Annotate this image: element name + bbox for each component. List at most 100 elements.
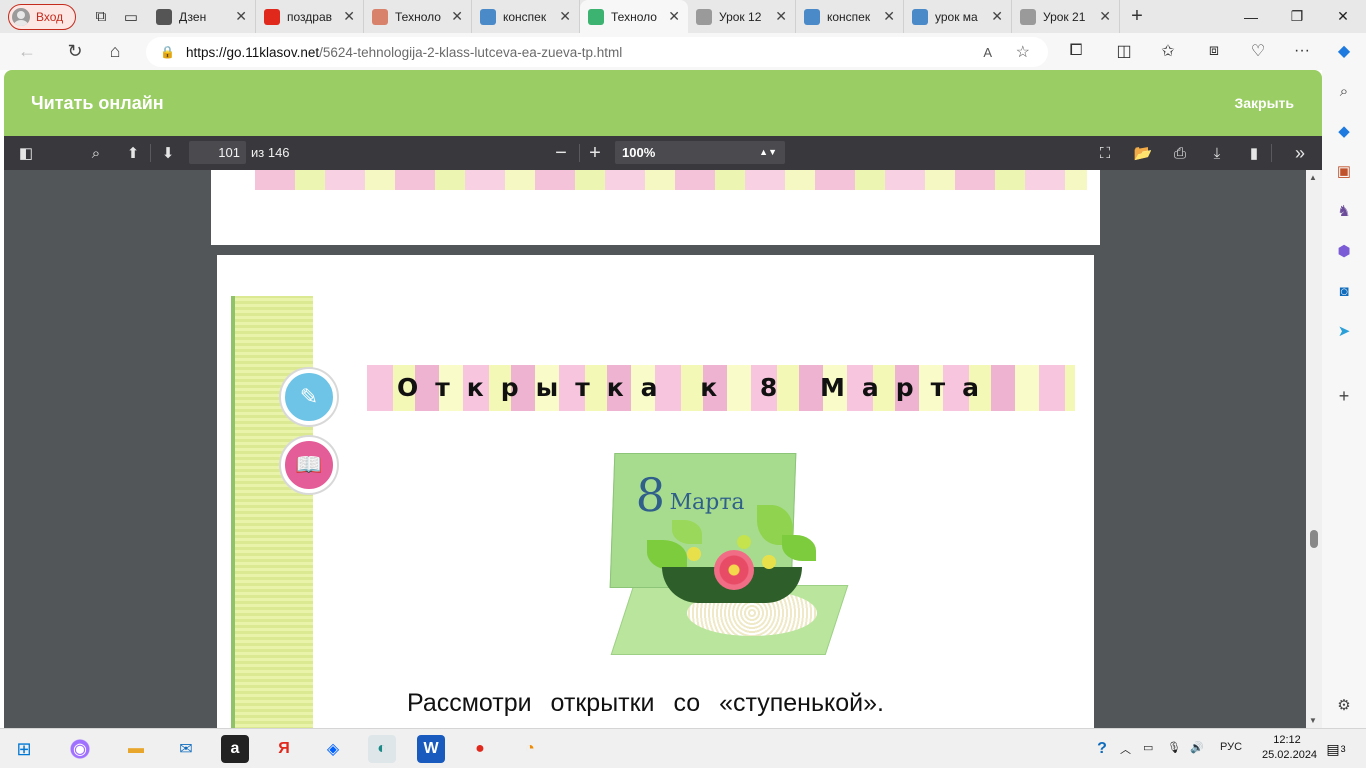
favorites-icon[interactable]: ✩ (1150, 36, 1186, 66)
battery-icon[interactable]: ▭ (1143, 741, 1153, 754)
bookmark-icon[interactable]: ▮ (1242, 142, 1266, 164)
new-tab-button[interactable]: + (1120, 5, 1154, 28)
chevron-up-icon[interactable]: ︿ (1120, 741, 1131, 757)
microphone-icon[interactable]: 🎙 (1167, 741, 1181, 754)
print-icon[interactable]: ⎙ (1168, 142, 1192, 164)
next-page-icon[interactable]: ⬇ (156, 142, 180, 164)
small-flower (737, 535, 751, 549)
close-tab-icon[interactable]: ✕ (451, 8, 463, 25)
tag-icon[interactable]: ◆ (1333, 120, 1355, 142)
add-icon[interactable]: + (1333, 385, 1355, 407)
refresh-button[interactable]: ↻ (56, 37, 94, 67)
tab[interactable]: Урок 12 ✕ (688, 0, 796, 33)
page-content: Читать онлайн Закрыть ◧ ⌕ ⬆ ⬇ 101 из 146… (0, 70, 1322, 728)
profile-button[interactable]: Вход (8, 3, 76, 30)
tab[interactable]: Урок 21 ✕ (1012, 0, 1120, 33)
tools-menu-icon[interactable]: » (1288, 142, 1312, 164)
tab[interactable]: поздрав ✕ (256, 0, 364, 33)
scroll-up-icon[interactable]: ▲ (1309, 173, 1317, 182)
address-field[interactable]: 🔒 https://go.11klasov.net/5624-tehnologi… (146, 37, 1048, 67)
sidebar-toggle-icon[interactable]: ◧ (14, 142, 38, 164)
performance-icon[interactable]: ♡ (1240, 36, 1276, 66)
scrollbar[interactable]: ▲ ▼ (1306, 170, 1322, 728)
notifications-icon[interactable]: ▤ 3 (1322, 735, 1350, 763)
profile-label: Вход (36, 9, 64, 24)
tools-briefcase-icon[interactable]: ▣ (1333, 160, 1355, 182)
pdf-viewer[interactable]: ✎ 📖 Открытка к 8 Марта 8 Марта Рассмотри… (4, 170, 1306, 728)
close-tab-icon[interactable]: ✕ (883, 8, 895, 25)
tab[interactable]: Техноло ✕ (364, 0, 472, 33)
zoom-out-icon[interactable]: − (549, 142, 573, 164)
yandex-icon[interactable]: Я (270, 735, 298, 763)
send-icon[interactable]: ➤ (1333, 320, 1355, 342)
scroll-down-icon[interactable]: ▼ (1309, 716, 1317, 725)
media-player-icon[interactable]: ◔ (516, 735, 544, 763)
tab-bar: Вход ⧉ ▭ Дзен ✕ поздрав ✕ Техноло ✕ конспек ✕ Те… (0, 0, 1366, 33)
settings-menu-icon[interactable]: ··· (1284, 36, 1320, 66)
clock[interactable]: 12:12 25.02.2024 (1262, 733, 1317, 763)
windows-start-icon[interactable]: ⊞ (10, 735, 38, 763)
close-tab-icon[interactable]: ✕ (991, 8, 1003, 25)
close-tab-icon[interactable]: ✕ (343, 8, 355, 25)
back-button[interactable]: ← (8, 37, 46, 67)
zoom-in-icon[interactable]: + (583, 142, 607, 164)
tab[interactable]: конспек ✕ (472, 0, 580, 33)
scrollbar-thumb[interactable] (1310, 530, 1318, 548)
read-aloud-icon[interactable]: A (983, 45, 992, 60)
search-icon[interactable]: ⌕ (1333, 80, 1355, 102)
office-icon[interactable]: ⬢ (1333, 240, 1355, 262)
edge-icon[interactable]: ◐ (368, 735, 396, 763)
yandex-browser-icon[interactable]: ● (466, 735, 494, 763)
help-icon[interactable]: ? (1088, 735, 1116, 763)
alice-icon[interactable]: ◉ (66, 735, 94, 763)
tab[interactable]: конспек ✕ (796, 0, 904, 33)
tab[interactable]: Дзен ✕ (148, 0, 256, 33)
gear-icon[interactable]: ⚙ (1333, 694, 1355, 716)
presentation-mode-icon[interactable]: ⛶ (1093, 142, 1117, 164)
open-file-icon[interactable]: 📂 (1131, 142, 1155, 164)
file-explorer-icon[interactable]: ▬ (122, 735, 150, 763)
outlook-icon[interactable]: ◙ (1333, 280, 1355, 302)
download-icon[interactable]: ⤓ (1205, 142, 1229, 164)
tab-actions-icon[interactable]: ▭ (116, 4, 146, 30)
page-number-input[interactable]: 101 (189, 141, 246, 164)
close-tab-icon[interactable]: ✕ (775, 8, 787, 25)
page-caption: Рассмотри открытки со «ступенькой». (407, 689, 884, 717)
mail-icon[interactable]: ✉ (172, 735, 200, 763)
dropbox-icon[interactable]: ◈ (319, 735, 347, 763)
find-icon[interactable]: ⌕ (84, 142, 108, 164)
close-reader-link[interactable]: Закрыть (1234, 95, 1294, 111)
copilot-icon[interactable]: ◆ (1326, 36, 1362, 66)
close-tab-icon[interactable]: ✕ (235, 8, 247, 25)
extensions-icon[interactable]: ⧠ (1058, 36, 1094, 66)
minimize-button[interactable]: — (1228, 0, 1274, 33)
tab[interactable]: Техноло ✕ (580, 0, 688, 33)
pdf-page: ✎ 📖 Открытка к 8 Марта 8 Марта Рассмотри… (217, 255, 1094, 728)
decorative-strip (255, 170, 1087, 190)
language-indicator[interactable]: РУС (1220, 741, 1242, 753)
amazon-icon[interactable]: a (221, 735, 249, 763)
zen-icon (156, 8, 172, 25)
restore-button[interactable]: ❐ (1274, 0, 1320, 33)
taskbar: ⊞ ◉ ▬ ✉ a Я ◈ ◐ W ● ◔ ? ︿ ▭ 🎙 🔊 РУС 12:1… (0, 728, 1366, 768)
previous-page-icon[interactable]: ⬆ (121, 142, 145, 164)
workspaces-icon[interactable]: ⧉ (86, 4, 116, 30)
close-tab-icon[interactable]: ✕ (668, 8, 680, 25)
zoom-select[interactable]: 100% ▲▼ (615, 141, 785, 164)
home-button[interactable]: ⌂ (96, 37, 134, 67)
close-tab-icon[interactable]: ✕ (1099, 8, 1111, 25)
yandex-icon (264, 8, 280, 25)
close-tab-icon[interactable]: ✕ (559, 8, 571, 25)
games-icon[interactable]: ♞ (1333, 200, 1355, 222)
tab-label: Техноло (611, 9, 657, 24)
volume-icon[interactable]: 🔊 (1190, 741, 1204, 754)
tab[interactable]: урок ма ✕ (904, 0, 1012, 33)
notification-count: 3 (1340, 744, 1346, 754)
favorite-star-icon[interactable]: ☆ (1016, 42, 1030, 62)
split-screen-icon[interactable]: ◫ (1106, 36, 1142, 66)
collections-icon[interactable]: ⧈ (1196, 36, 1232, 66)
lock-icon[interactable]: 🔒 (160, 45, 175, 59)
word-icon[interactable]: W (417, 735, 445, 763)
close-window-button[interactable]: ✕ (1320, 0, 1366, 33)
previous-pdf-page (211, 170, 1100, 245)
